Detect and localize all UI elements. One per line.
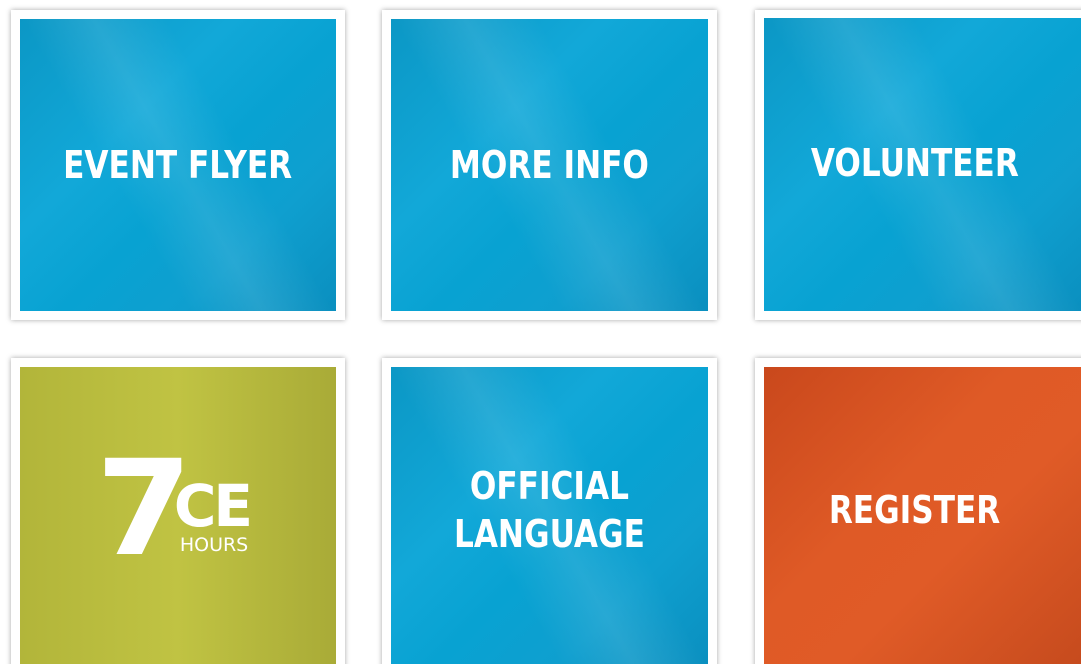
official-language-line2: LANGUAGE <box>454 512 645 556</box>
more-info-label: MORE INFO <box>449 143 650 187</box>
event-flyer-frame: EVENT FLYER <box>11 10 345 320</box>
more-info-button[interactable]: MORE INFO <box>391 19 708 311</box>
register-label: REGISTER <box>829 488 1001 532</box>
event-flyer-button[interactable]: EVENT FLYER <box>20 19 336 311</box>
official-language-line1: OFFICIAL <box>469 464 630 508</box>
register-button[interactable]: REGISTER <box>764 367 1081 664</box>
official-language-label: OFFICIAL LANGUAGE <box>454 462 645 558</box>
ce-hours-button[interactable]: 7 CE HOURS <box>20 367 336 664</box>
ce-hours-sub: HOURS <box>179 534 249 556</box>
event-flyer-label: EVENT FLYER <box>63 143 293 187</box>
official-language-button[interactable]: OFFICIAL LANGUAGE <box>391 367 708 664</box>
tile-grid: EVENT FLYER MORE INFO VOLUNTEER 7 CE HOU… <box>0 0 1081 664</box>
official-language-frame: OFFICIAL LANGUAGE <box>382 358 717 664</box>
volunteer-frame: VOLUNTEER <box>755 10 1081 320</box>
ce-hours-frame: 7 CE HOURS <box>11 358 345 664</box>
register-frame: REGISTER <box>755 358 1081 664</box>
more-info-frame: MORE INFO <box>382 10 717 320</box>
ce-hours-number: 7 <box>95 432 192 586</box>
volunteer-button[interactable]: VOLUNTEER <box>764 18 1081 311</box>
ce-hours-logo: 7 CE HOURS <box>95 432 253 586</box>
volunteer-label: VOLUNTEER <box>810 140 1019 185</box>
